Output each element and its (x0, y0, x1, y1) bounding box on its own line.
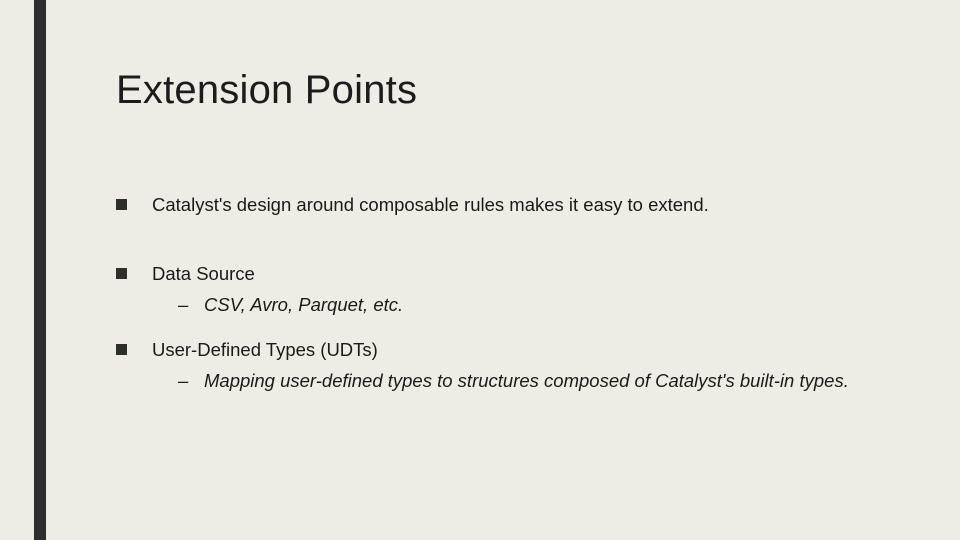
sub-list: – Mapping user-defined types to structur… (152, 369, 900, 394)
sub-list-item: – Mapping user-defined types to structur… (152, 369, 900, 394)
sub-list-item-text: CSV, Avro, Parquet, etc. (204, 294, 403, 315)
page-title: Extension Points (116, 68, 900, 113)
sub-list-item-text: Mapping user-defined types to structures… (204, 370, 849, 391)
square-bullet-icon (116, 344, 127, 355)
list-item-text: Catalyst's design around composable rule… (152, 194, 709, 215)
sub-list-item: – CSV, Avro, Parquet, etc. (152, 293, 900, 318)
accent-bar (34, 0, 46, 540)
list-item: Data Source – CSV, Avro, Parquet, etc. (116, 262, 900, 318)
square-bullet-icon (116, 268, 127, 279)
list-item: User-Defined Types (UDTs) – Mapping user… (116, 338, 900, 394)
sub-list: – CSV, Avro, Parquet, etc. (152, 293, 900, 318)
dash-icon: – (178, 369, 188, 394)
square-bullet-icon (116, 199, 127, 210)
list-item-text: Data Source (152, 263, 255, 284)
dash-icon: – (178, 293, 188, 318)
slide-content: Extension Points Catalyst's design aroun… (116, 68, 900, 394)
list-item-text: User-Defined Types (UDTs) (152, 339, 378, 360)
bullet-list: Catalyst's design around composable rule… (116, 193, 900, 394)
list-item: Catalyst's design around composable rule… (116, 193, 900, 218)
